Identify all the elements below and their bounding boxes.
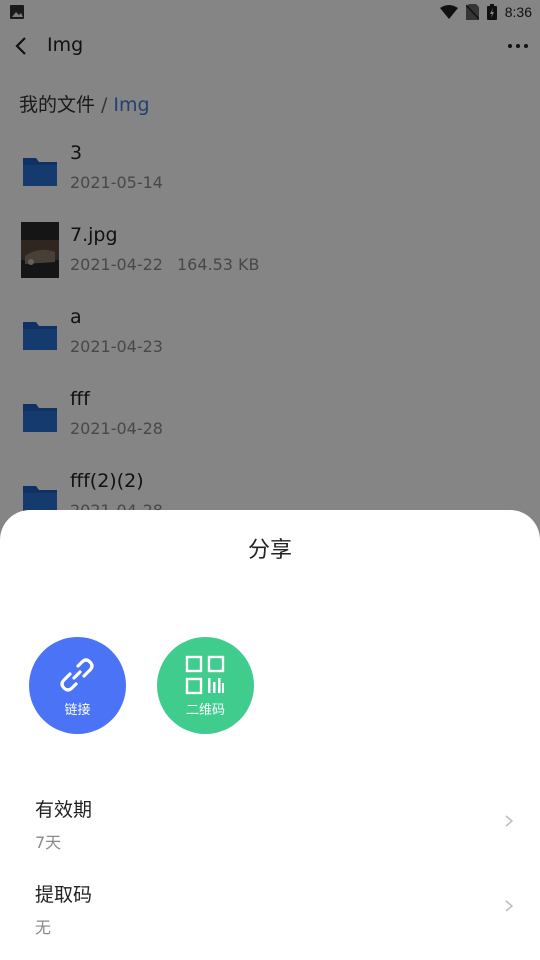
qrcode-icon <box>185 655 225 695</box>
share-bottom-sheet: 分享 链接 二维码 有效期 7天 提取码 无 <box>0 510 540 960</box>
share-link-label: 链接 <box>64 703 91 718</box>
share-qrcode-label: 二维码 <box>185 703 225 718</box>
option-label: 提取码 <box>35 884 93 906</box>
option-value: 无 <box>35 918 52 937</box>
share-qrcode-button[interactable]: 二维码 <box>157 637 254 734</box>
chevron-right-icon <box>505 815 514 827</box>
link-icon <box>60 658 94 692</box>
option-value: 7天 <box>35 833 62 852</box>
share-link-button[interactable]: 链接 <box>29 637 126 734</box>
extraction-code-option[interactable]: 提取码 无 <box>0 870 540 950</box>
validity-option[interactable]: 有效期 7天 <box>0 785 540 865</box>
chevron-right-icon <box>505 900 514 912</box>
option-label: 有效期 <box>35 799 93 821</box>
screen: 8:36 Img 我的文件 / Img 3 2021-05-14 7.jpg 2… <box>0 0 540 960</box>
sheet-title: 分享 <box>247 538 292 563</box>
